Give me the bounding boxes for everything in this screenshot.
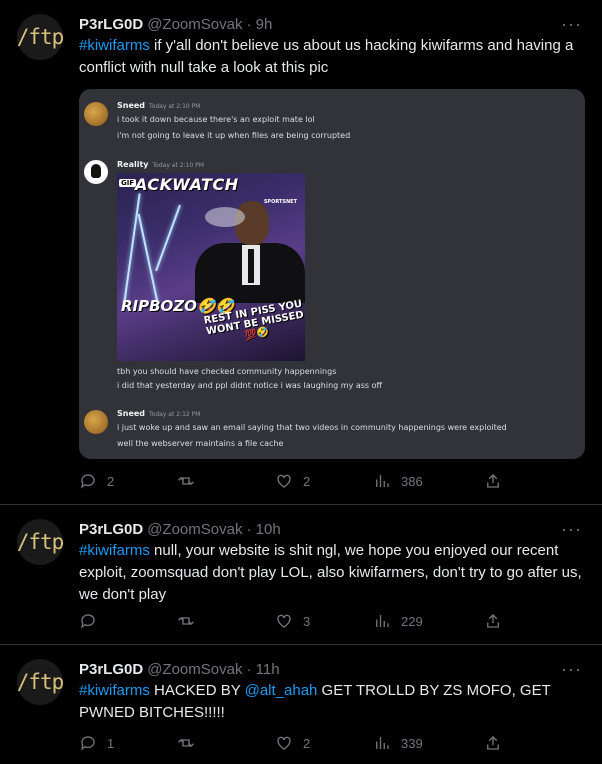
gif-top-text: ACKWATCH [135,175,239,194]
analytics-icon [376,475,389,487]
more-options-icon[interactable]: ··· [561,14,582,35]
tweet-body: HACKED BY [149,682,245,699]
tweet-image[interactable]: Sneed Today at 2:10 PM i took it down bec… [79,89,585,459]
view-count: 339 [401,735,423,751]
retweet-icon [178,617,194,625]
message-line: i did that yesterday and ppl didnt notic… [117,381,383,390]
user-handle[interactable]: @ZoomSovak [147,661,242,678]
reply-count: 1 [107,735,115,751]
message-line: well the webserver maintains a file cach… [117,439,284,448]
message-time: Today at 2:10 PM [152,162,204,169]
tweet-time[interactable]: · 11h [246,661,279,678]
tweet-body: null, your website is shit ngl, we hope … [79,542,582,603]
like-button[interactable]: 2 [275,734,373,752]
tweet-header: P3rLG0D @ZoomSovak · 9h ··· [79,14,582,34]
gif-logo: SPORTSNET [263,199,297,205]
tweet-text: #kiwifarms null, your website is shit ng… [79,540,584,606]
like-button[interactable]: 3 [275,612,373,630]
display-name[interactable]: P3rLG0D [79,16,143,33]
gif-badge: GIF [119,179,137,187]
user-handle[interactable]: @ZoomSovak [147,16,242,33]
tweet-header: P3rLG0D @ZoomSovak · 11h ··· [79,659,582,679]
like-count: 3 [303,613,311,629]
gif-image: ACKWATCH GIF SPORTSNET RIPBOZO🤣🤣 REST IN… [117,173,305,361]
message-line: i'm not going to leave it up when files … [117,131,351,140]
retweet-button[interactable] [177,734,275,752]
message-author: Sneed Today at 2:12 PM [117,409,201,418]
message-line: i just woke up and saw an email saying t… [117,423,507,432]
reply-icon [80,474,95,489]
tweet-time[interactable]: · 9h [246,16,272,33]
views-button[interactable]: 339 [373,734,471,752]
reply-button[interactable] [79,612,177,630]
heart-icon [277,736,291,750]
analytics-icon [376,737,389,749]
like-count: 2 [303,735,311,751]
hashtag-link[interactable]: #kiwifarms [79,682,150,699]
display-name[interactable]: P3rLG0D [79,521,143,538]
retweet-icon [178,477,194,485]
reality-avatar [84,160,108,184]
tweet-text: #kiwifarms if y'all don't believe us abo… [79,35,584,79]
tweet-actions: 2 2 386 [79,471,512,491]
message-line: tbh you should have checked community ha… [117,367,337,376]
retweet-button[interactable] [177,472,275,490]
tweet-text: #kiwifarms HACKED BY @alt_ahah GET TROLL… [79,680,584,724]
tweet[interactable]: /ftp P3rLG0D @ZoomSovak · 9h ··· #kiwifa… [0,0,602,505]
share-icon [487,614,499,628]
tweet-body: if y'all don't believe us about us hacki… [79,37,574,76]
message-author: Sneed Today at 2:10 PM [117,101,201,110]
share-button[interactable] [484,734,512,752]
views-button[interactable]: 229 [373,612,471,630]
share-icon [487,736,499,750]
view-count: 229 [401,613,423,629]
tweet[interactable]: /ftp P3rLG0D @ZoomSovak · 10h ··· #kiwif… [0,505,602,645]
share-icon [487,474,499,488]
view-count: 386 [401,473,423,489]
tweet-actions: 3 229 [79,611,512,631]
retweet-button[interactable] [177,612,275,630]
avatar[interactable]: /ftp [17,519,64,565]
more-options-icon[interactable]: ··· [561,659,582,680]
heart-icon [277,474,291,488]
message-time: Today at 2:12 PM [149,411,201,418]
share-button[interactable] [484,612,512,630]
avatar[interactable]: /ftp [17,659,64,705]
tweet-header: P3rLG0D @ZoomSovak · 10h ··· [79,519,582,539]
reply-icon [80,614,95,629]
reply-icon [80,736,95,751]
message-time: Today at 2:10 PM [149,103,201,110]
avatar[interactable]: /ftp [17,14,64,60]
sneed-avatar [84,102,108,126]
reply-button[interactable]: 2 [79,472,177,490]
mention-link[interactable]: @alt_ahah [245,682,318,699]
hashtag-link[interactable]: #kiwifarms [79,37,150,54]
share-button[interactable] [484,472,512,490]
hashtag-link[interactable]: #kiwifarms [79,542,150,559]
reply-button[interactable]: 1 [79,734,177,752]
tweet-time[interactable]: · 10h [246,521,280,538]
retweet-icon [178,739,194,747]
user-handle[interactable]: @ZoomSovak [147,521,242,538]
display-name[interactable]: P3rLG0D [79,661,143,678]
message-line: i took it down because there's an exploi… [117,115,315,124]
views-button[interactable]: 386 [373,472,471,490]
heart-icon [277,614,291,628]
more-options-icon[interactable]: ··· [561,519,582,540]
sneed-avatar [84,410,108,434]
message-author: Reality Today at 2:10 PM [117,160,204,169]
like-button[interactable]: 2 [275,472,373,490]
reply-count: 2 [107,473,115,489]
like-count: 2 [303,473,311,489]
tweet[interactable]: /ftp P3rLG0D @ZoomSovak · 11h ··· #kiwif… [0,645,602,764]
analytics-icon [376,615,389,627]
tweet-actions: 1 2 339 [79,733,512,753]
